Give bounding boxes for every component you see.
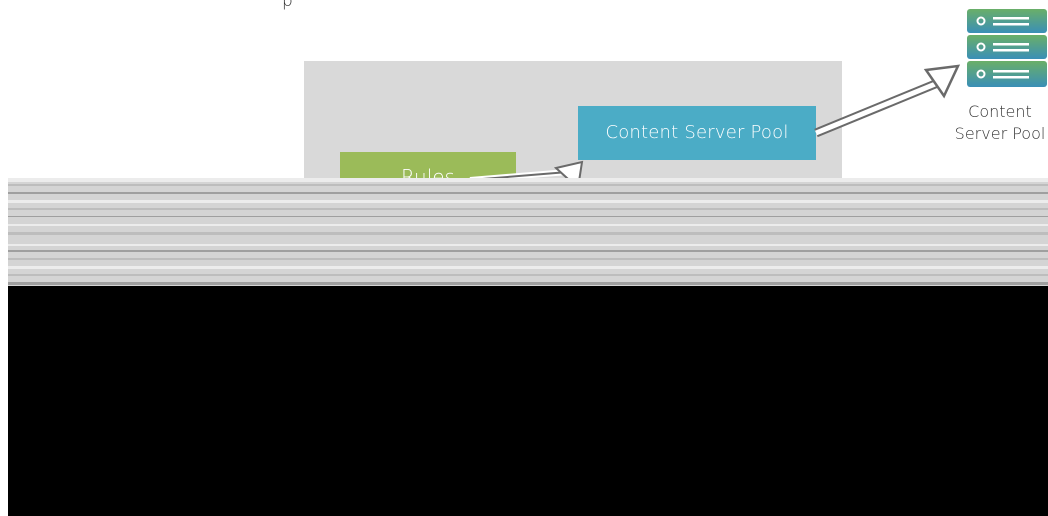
rendering-glitch-band (8, 178, 1048, 286)
black-rendering-area (8, 286, 1048, 516)
server-stack-icon (967, 9, 1047, 87)
external-server-label-line1: Content (968, 102, 1032, 121)
pool-to-server-arrow (814, 64, 961, 138)
external-server-label-line2: Server Pool (954, 124, 1046, 143)
external-server-label: Content Server Pool (940, 101, 1048, 145)
